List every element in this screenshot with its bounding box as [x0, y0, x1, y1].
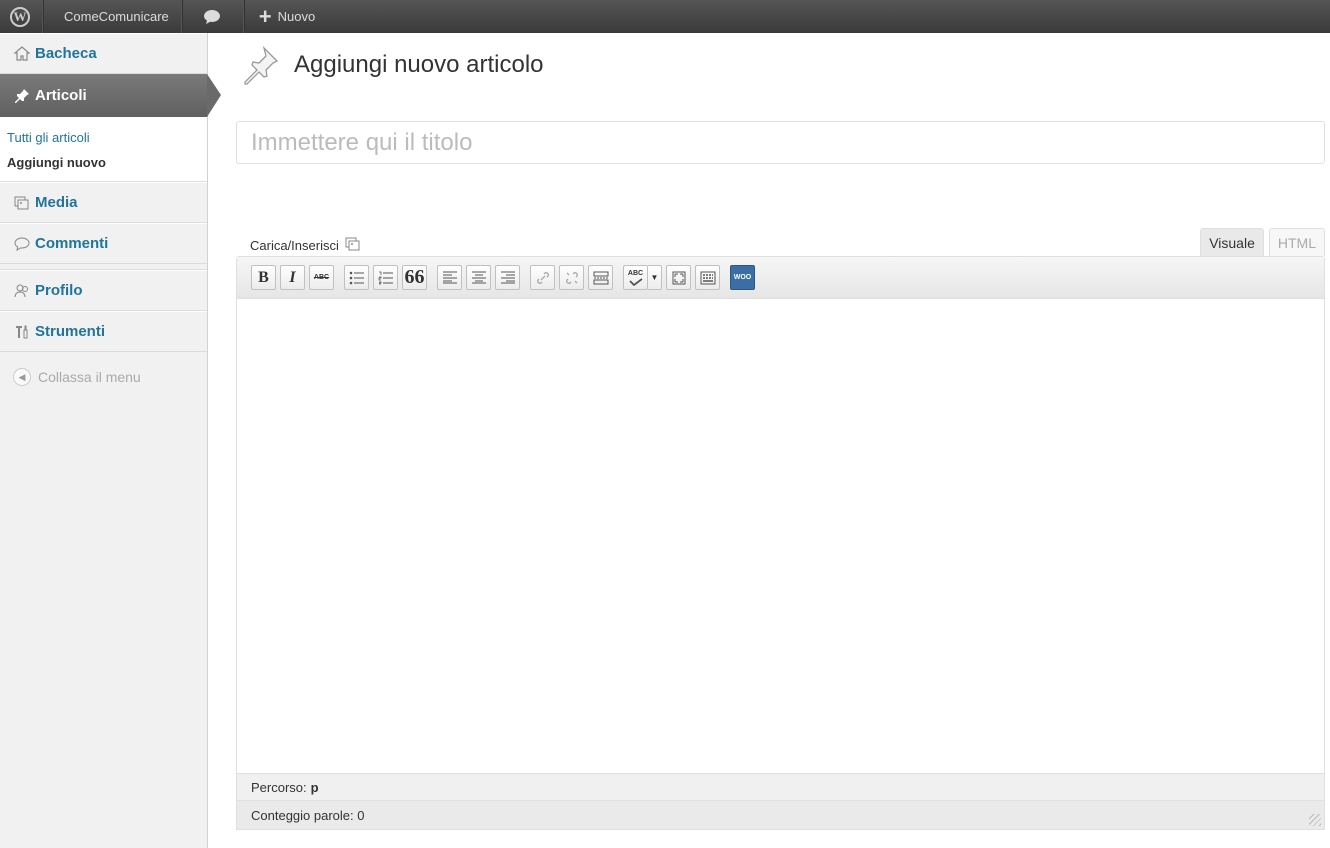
- checkmark-icon: [628, 277, 643, 286]
- unlink-icon: [565, 271, 578, 284]
- sidebar-item-label: Commenti: [35, 235, 109, 252]
- collapse-arrow-icon: ◀: [13, 368, 31, 386]
- align-left-button[interactable]: [437, 265, 462, 290]
- post-editor: B I ABC 66 ABC ▼ WOO Percorso: p Contegg…: [236, 256, 1325, 830]
- align-center-button[interactable]: [466, 265, 491, 290]
- sidebar-item-label: Articoli: [35, 87, 87, 104]
- admin-sidebar: Bacheca Articoli Tutti gli articoli Aggi…: [0, 33, 221, 848]
- site-name-label: ComeComunicare: [64, 9, 169, 24]
- submenu-add-new[interactable]: Aggiungi nuovo: [7, 150, 207, 175]
- editor-content-area[interactable]: [237, 299, 1324, 773]
- comments-link[interactable]: [181, 0, 244, 33]
- strikethrough-button[interactable]: ABC: [309, 265, 334, 290]
- house-icon: [13, 45, 31, 63]
- blockquote-button[interactable]: 66: [402, 265, 427, 290]
- bullet-list-icon: [349, 271, 364, 284]
- media-icon: [345, 236, 361, 255]
- page-heading: Aggiungi nuovo articolo: [236, 33, 1325, 97]
- wordpress-logo-icon: W: [10, 6, 30, 27]
- insert-link-button[interactable]: [530, 265, 555, 290]
- bold-button[interactable]: B: [251, 265, 276, 290]
- word-count: Conteggio parole: 0: [251, 807, 365, 823]
- sidebar-item-media[interactable]: Media: [0, 182, 207, 223]
- sidebar-item-label: Profilo: [35, 282, 83, 299]
- collapse-menu-button[interactable]: ◀ Collassa il menu: [0, 352, 207, 386]
- chevron-down-icon: ▼: [650, 273, 659, 282]
- link-icon: [536, 271, 549, 284]
- word-count-bar: Conteggio parole: 0: [237, 800, 1324, 829]
- submenu-all-posts[interactable]: Tutti gli articoli: [7, 125, 207, 150]
- sidebar-item-profilo[interactable]: Profilo: [0, 270, 207, 311]
- italic-button[interactable]: I: [280, 265, 305, 290]
- spellcheck-label: ABC: [627, 269, 644, 277]
- woo-shortcodes-button[interactable]: WOO: [730, 265, 755, 290]
- tab-visual[interactable]: Visuale: [1200, 228, 1264, 256]
- editor-toolbar: B I ABC 66 ABC ▼ WOO: [237, 257, 1324, 299]
- resize-handle-icon[interactable]: [1309, 814, 1321, 826]
- sidebar-item-strumenti[interactable]: Strumenti: [0, 311, 207, 352]
- users-icon: [13, 282, 31, 300]
- align-center-icon: [471, 271, 486, 284]
- wordpress-menu[interactable]: W: [0, 0, 43, 33]
- tab-html[interactable]: HTML: [1268, 228, 1325, 256]
- sidebar-item-label: Media: [35, 194, 78, 211]
- editor-tabs: Visuale HTML: [1195, 228, 1325, 256]
- sidebar-item-bacheca[interactable]: Bacheca: [0, 33, 207, 74]
- main-content: Aggiungi nuovo articolo Carica/Inserisci…: [236, 33, 1325, 830]
- insert-more-button[interactable]: [588, 265, 613, 290]
- editor-path-bar: Percorso: p: [237, 773, 1324, 800]
- upload-insert-button[interactable]: Carica/Inserisci: [250, 236, 361, 255]
- bullet-list-button[interactable]: [344, 265, 369, 290]
- align-left-icon: [442, 271, 457, 284]
- numbered-list-icon: [378, 271, 393, 284]
- comment-bubble-icon: [13, 235, 31, 253]
- path-element[interactable]: p: [311, 780, 319, 795]
- editor-tools: Carica/Inserisci Visuale HTML: [236, 220, 1325, 256]
- sidebar-item-label: Bacheca: [35, 45, 97, 62]
- sidebar-item-commenti[interactable]: Commenti: [0, 223, 207, 264]
- admin-bar: W ComeComunicare + Nuovo: [0, 0, 1330, 33]
- comment-bubble-icon: [203, 9, 220, 24]
- sidebar-item-articoli[interactable]: Articoli: [0, 74, 221, 117]
- align-right-icon: [500, 271, 515, 284]
- pushpin-icon: [244, 45, 279, 85]
- unlink-button[interactable]: [559, 265, 584, 290]
- spellcheck-dropdown[interactable]: ▼: [648, 265, 662, 290]
- new-content-menu[interactable]: + Nuovo: [243, 0, 325, 33]
- kitchen-sink-button[interactable]: [695, 265, 720, 290]
- tools-icon: [13, 323, 31, 341]
- articoli-submenu: Tutti gli articoli Aggiungi nuovo: [0, 117, 207, 182]
- upload-label: Carica/Inserisci: [250, 238, 339, 253]
- spellcheck-button[interactable]: ABC: [623, 265, 648, 290]
- new-label: Nuovo: [277, 9, 316, 24]
- kitchen-sink-icon: [700, 271, 715, 284]
- sidebar-item-label: Strumenti: [35, 323, 106, 340]
- active-menu-arrow: [207, 74, 221, 117]
- numbered-list-button[interactable]: [373, 265, 398, 290]
- site-name-link[interactable]: ComeComunicare: [43, 0, 182, 33]
- page-title: Aggiungi nuovo articolo: [294, 51, 544, 78]
- more-tag-icon: [593, 271, 608, 284]
- fullscreen-button[interactable]: [666, 265, 691, 290]
- align-right-button[interactable]: [495, 265, 520, 290]
- collapse-label: Collassa il menu: [38, 369, 141, 385]
- plus-icon: +: [258, 3, 272, 29]
- path-label: Percorso:: [251, 779, 307, 795]
- fullscreen-icon: [672, 271, 685, 284]
- post-title-input[interactable]: [236, 121, 1325, 164]
- pushpin-icon: [13, 87, 31, 105]
- media-icon: [13, 194, 31, 212]
